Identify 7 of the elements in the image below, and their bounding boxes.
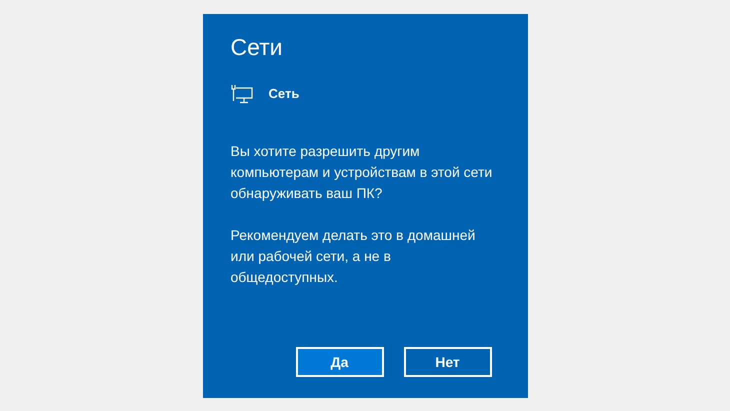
panel-title: Сети xyxy=(230,33,283,62)
dialog-button[interactable]: Да xyxy=(296,347,384,377)
network-name: Сеть xyxy=(268,85,300,104)
dialog-button[interactable]: Нет xyxy=(404,347,492,377)
network-computer-icon xyxy=(230,84,252,104)
message-text: Вы хотите разрешить другим компьютерам и устройствам в этой сети обнаруживать ваш ПК? xyxy=(230,142,494,203)
message-text: Рекомендуем делать это в домашней или рабочей сети, а не в общедоступных. xyxy=(230,226,476,287)
